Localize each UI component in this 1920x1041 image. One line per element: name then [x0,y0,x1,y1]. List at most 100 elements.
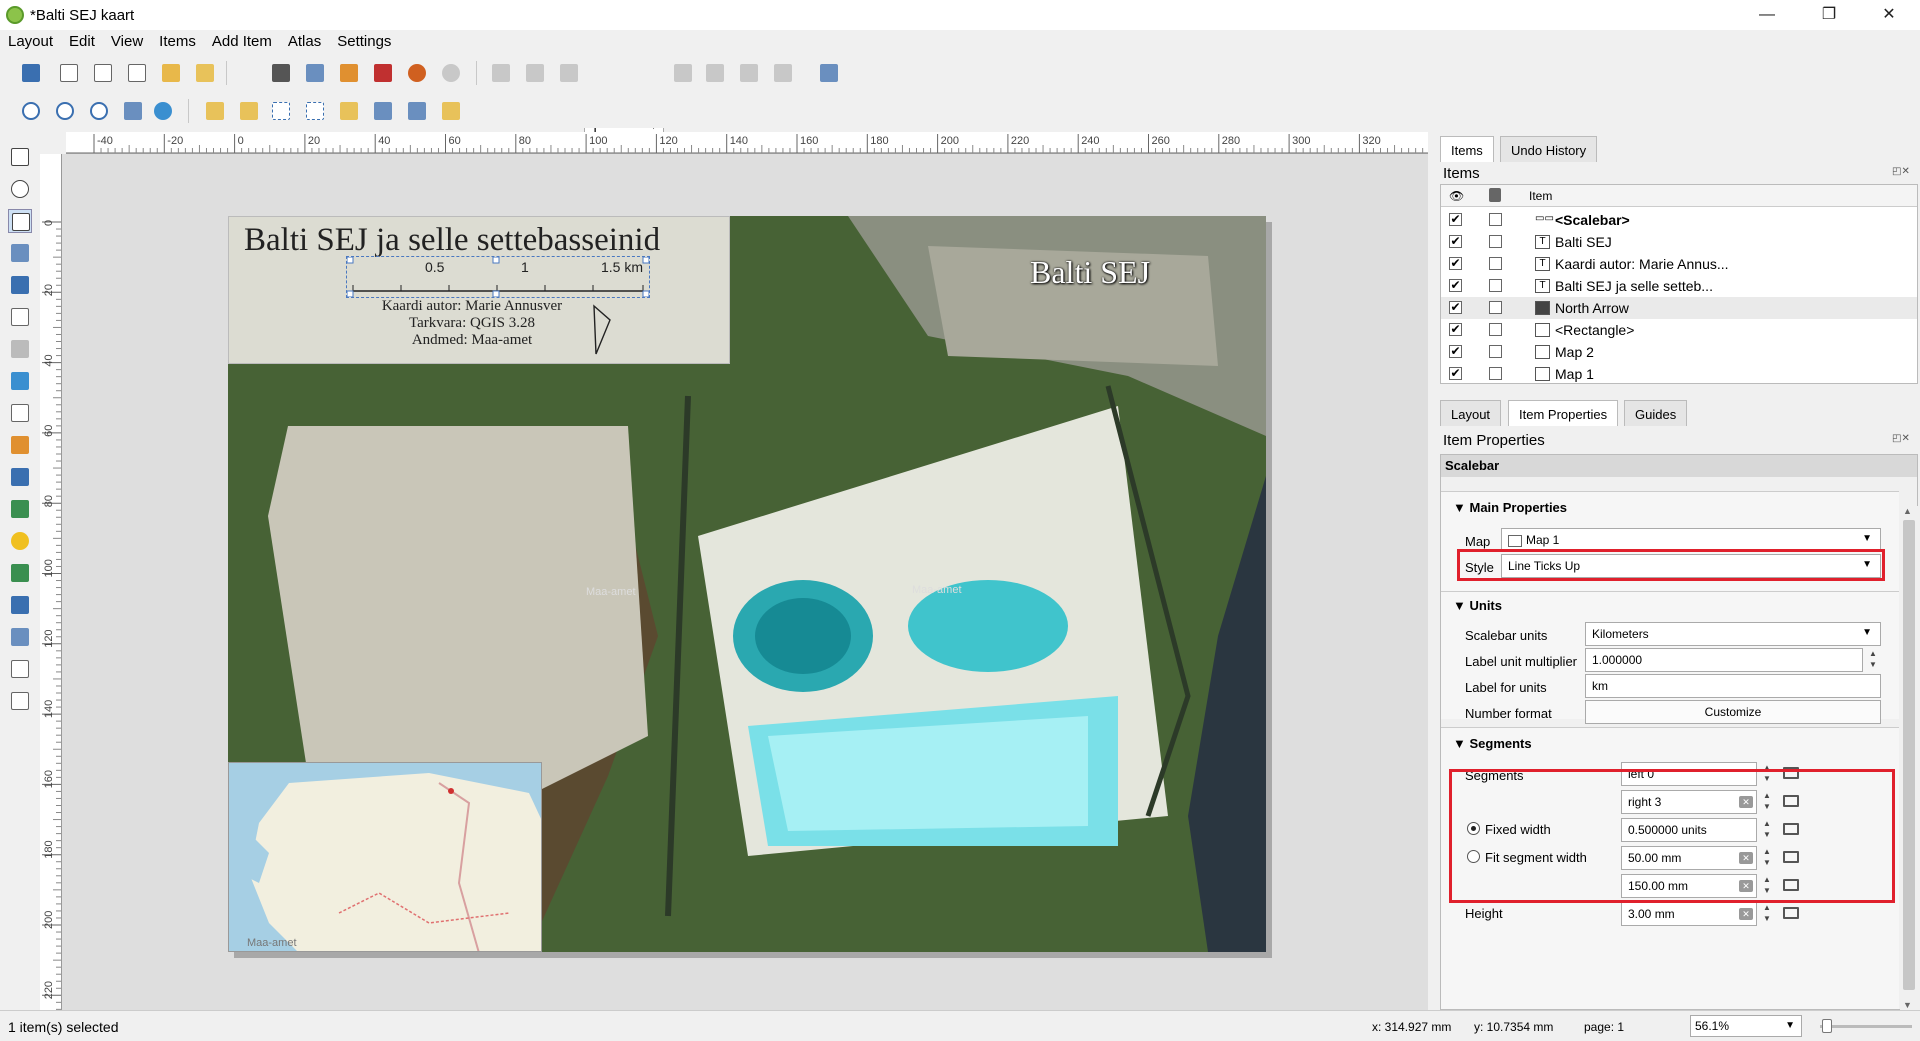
float-close-icon-2[interactable]: ◰✕ [1892,433,1914,445]
menu-add-item[interactable]: Add Item [204,30,280,53]
add-map-icon[interactable] [8,305,32,329]
float-close-icon[interactable]: ◰✕ [1892,166,1914,178]
add-marker-icon[interactable] [8,561,32,585]
visibility-checkbox[interactable]: ✔ [1449,213,1462,226]
layout-manager-icon[interactable] [124,60,150,86]
add-shape-icon[interactable] [8,529,32,553]
map-2-inset[interactable]: Maa-amet [228,762,542,952]
units-heading[interactable]: ▼ Units [1453,598,1502,613]
customize-button[interactable]: Customize [1585,700,1881,724]
item-row[interactable]: ✔ T Kaardi autor: Marie Annus... [1441,253,1917,275]
add-picture-icon[interactable] [8,369,32,393]
maximize-button[interactable]: ❐ [1806,0,1852,30]
refresh-icon[interactable] [150,98,176,124]
credit-software[interactable]: Tarkvara: QGIS 3.28 [352,315,592,332]
item-row[interactable]: ✔ ▭▭ <Scalebar> [1441,209,1917,231]
tab-item-properties[interactable]: Item Properties [1508,400,1619,426]
map-label-balti-sej[interactable]: Balti SEJ [1030,254,1150,291]
lock-checkbox[interactable] [1489,257,1502,270]
visibility-checkbox[interactable]: ✔ [1449,235,1462,248]
map-title[interactable]: Balti SEJ ja selle settebasseinid [244,222,660,259]
move-content-icon[interactable] [8,241,32,265]
scalebar-units-select[interactable]: Kilometers ▼ [1585,622,1881,646]
export-image-icon[interactable] [302,60,328,86]
zoom-slider[interactable] [1820,1025,1912,1028]
ungroup-items-icon[interactable] [302,98,328,124]
scalebar[interactable]: 0.5 1 1.5 km [346,256,650,298]
export-svg-icon[interactable] [336,60,362,86]
menu-view[interactable]: View [103,30,151,53]
new-layout-icon[interactable] [56,60,82,86]
item-row[interactable]: ✔ Map 2 [1441,341,1917,363]
add-scalebar-icon[interactable] [8,465,32,489]
properties-scrollbar[interactable]: ▲ ▼ [1900,506,1918,1010]
visibility-checkbox[interactable]: ✔ [1449,323,1462,336]
undo-icon[interactable] [404,60,430,86]
credit-data[interactable]: Andmed: Maa-amet [352,332,592,349]
menu-settings[interactable]: Settings [329,30,399,53]
raise-item-icon[interactable] [202,98,228,124]
credit-author[interactable]: Kaardi autor: Marie Annusver [352,298,592,315]
add-north-arrow-icon[interactable] [8,497,32,521]
add-3d-map-icon[interactable] [8,337,32,361]
zoom-actual-icon[interactable] [86,98,112,124]
item-row[interactable]: ✔ T Balti SEJ [1441,231,1917,253]
visibility-checkbox[interactable]: ✔ [1449,279,1462,292]
item-row[interactable]: ✔ North Arrow [1441,297,1917,319]
menu-edit[interactable]: Edit [61,30,103,53]
lock-checkbox[interactable] [1489,213,1502,226]
zoom-slider-handle[interactable] [1822,1019,1832,1033]
zoom-tool-icon[interactable] [8,177,32,201]
main-properties-heading[interactable]: ▼ Main Properties [1453,500,1567,515]
lock-checkbox[interactable] [1489,323,1502,336]
print-icon[interactable] [268,60,294,86]
lock-checkbox[interactable] [1489,301,1502,314]
open-template-icon[interactable] [158,60,184,86]
add-polygon-icon[interactable] [8,625,32,649]
north-arrow-icon[interactable] [590,304,614,358]
duplicate-layout-icon[interactable] [90,60,116,86]
segments-heading[interactable]: ▼ Segments [1453,736,1532,751]
tab-layout[interactable]: Layout [1440,400,1502,426]
add-legend-icon[interactable] [8,433,32,457]
tab-items[interactable]: Items [1440,136,1494,162]
multiplier-input[interactable]: 1.000000 [1585,648,1863,672]
align-bottom-icon[interactable] [438,98,464,124]
atlas-settings-icon[interactable] [816,60,842,86]
save-template-icon[interactable] [192,60,218,86]
label-units-input[interactable]: km [1585,674,1881,698]
visibility-checkbox[interactable]: ✔ [1449,345,1462,358]
add-table-icon[interactable] [8,689,32,713]
items-tree[interactable]: 👁 Item ✔ ▭▭ <Scalebar> ✔ T Balti SEJ ✔ T Kaardi … [1440,184,1918,384]
tab-undo-history[interactable]: Undo History [1500,136,1598,162]
distribute-icon[interactable] [370,98,396,124]
visibility-checkbox[interactable]: ✔ [1449,367,1462,380]
lock-checkbox[interactable] [1489,235,1502,248]
zoom-out-icon[interactable] [52,98,78,124]
add-html-icon[interactable] [8,657,32,681]
height-spinner[interactable]: ▲ ▼ [1759,902,1775,926]
resize-icon[interactable] [404,98,430,124]
group-items-icon[interactable] [268,98,294,124]
zoom-full-icon[interactable] [120,98,146,124]
lock-items-icon[interactable] [236,98,262,124]
close-button[interactable]: ✕ [1866,0,1912,30]
pan-icon[interactable] [8,145,32,169]
edit-nodes-icon[interactable] [8,273,32,297]
menu-layout[interactable]: Layout [0,30,61,53]
add-polyline-icon[interactable] [8,593,32,617]
visibility-checkbox[interactable]: ✔ [1449,301,1462,314]
visibility-checkbox[interactable]: ✔ [1449,257,1462,270]
clear-icon[interactable]: ✕ [1739,908,1753,920]
export-pdf-icon[interactable] [370,60,396,86]
align-left-icon[interactable] [336,98,362,124]
lock-checkbox[interactable] [1489,279,1502,292]
item-row[interactable]: ✔ T Balti SEJ ja selle setteb... [1441,275,1917,297]
data-defined-icon[interactable] [1781,904,1803,922]
zoom-in-icon[interactable] [18,98,44,124]
lock-checkbox[interactable] [1489,345,1502,358]
tab-guides[interactable]: Guides [1624,400,1688,426]
menu-atlas[interactable]: Atlas [280,30,329,53]
item-row[interactable]: ✔ <Rectangle> [1441,319,1917,341]
item-row[interactable]: ✔ Map 1 [1441,363,1917,385]
